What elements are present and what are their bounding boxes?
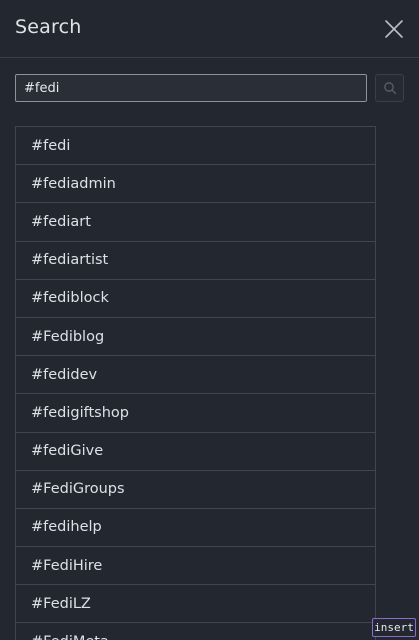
dialog-header: Search	[0, 0, 419, 58]
list-item[interactable]: #Fediblog	[16, 318, 375, 357]
mode-indicator-badge: insert	[372, 618, 416, 637]
list-item[interactable]: #fediartist	[16, 242, 375, 280]
close-icon	[385, 20, 403, 38]
list-item[interactable]: #fediadmin	[16, 165, 375, 204]
hashtag-results-list: #fedi #fediadmin #fediart #fediartist #f…	[15, 126, 376, 640]
search-input[interactable]	[15, 74, 367, 102]
list-item[interactable]: #fediGive	[16, 433, 375, 471]
list-item[interactable]: #FediLZ	[16, 585, 375, 624]
list-item[interactable]: #FediGroups	[16, 471, 375, 509]
list-item[interactable]: #fedidev	[16, 356, 375, 395]
close-button[interactable]	[383, 18, 405, 40]
list-item[interactable]: #FediMeta	[16, 623, 375, 640]
list-item[interactable]: #fedi	[16, 127, 375, 166]
list-item[interactable]: #fedigiftshop	[16, 394, 375, 433]
list-item[interactable]: #fediblock	[16, 280, 375, 318]
dialog-title: Search	[15, 16, 82, 38]
list-item[interactable]: #fedihelp	[16, 509, 375, 548]
search-button[interactable]	[375, 74, 404, 102]
list-item[interactable]: #FediHire	[16, 547, 375, 586]
list-item[interactable]: #fediart	[16, 203, 375, 242]
search-icon	[384, 82, 397, 95]
